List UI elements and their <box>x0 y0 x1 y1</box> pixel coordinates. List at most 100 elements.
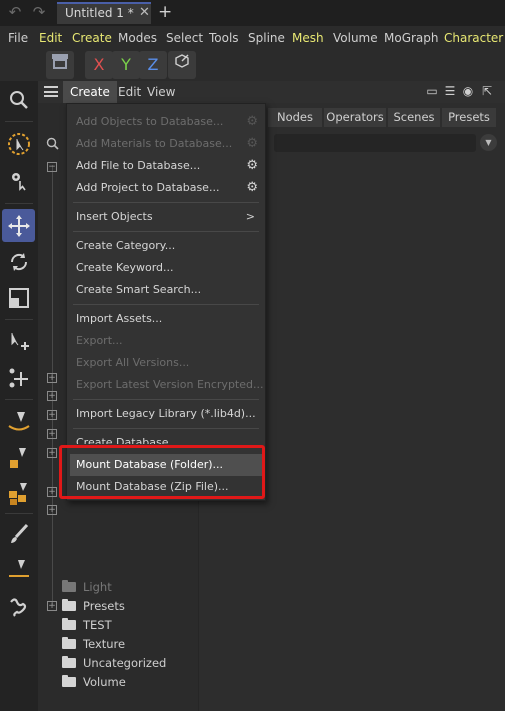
menu-create[interactable]: Create <box>72 31 112 45</box>
tree-item-volume[interactable]: Volume <box>62 672 126 691</box>
menu-separator <box>73 304 259 305</box>
scale-icon[interactable] <box>2 281 35 314</box>
menu-item-label: Create Smart Search... <box>76 283 202 296</box>
folder-icon <box>62 579 76 592</box>
tree-item-label: Presets <box>83 598 125 613</box>
menu-item-export-latest-encrypted[interactable]: Export Latest Version Encrypted... <box>67 374 265 396</box>
selection-gear-icon[interactable] <box>2 163 35 196</box>
menu-file[interactable]: File <box>8 31 28 45</box>
menu-item-import-assets[interactable]: Import Assets... <box>67 308 265 330</box>
tree-item-uncategorized[interactable]: Uncategorized <box>62 653 166 672</box>
menu-spline[interactable]: Spline <box>248 31 285 45</box>
spline-pen-icon[interactable] <box>2 405 35 438</box>
menu-item-create-smart-search[interactable]: Create Smart Search... <box>67 279 265 301</box>
tree-item-test[interactable]: TEST <box>62 615 112 634</box>
menu-mograph[interactable]: MoGraph <box>384 31 439 45</box>
menu-mesh[interactable]: Mesh <box>292 31 324 45</box>
tree-item-label: Light <box>83 579 112 594</box>
tab-operators[interactable]: Operators <box>324 108 386 127</box>
spline-line-icon[interactable] <box>2 553 35 586</box>
undock-icon[interactable]: ⇱ <box>480 84 494 98</box>
spline-draw-icon[interactable] <box>2 589 35 622</box>
menu-item-add-objects[interactable]: Add Objects to Database... ⚙ <box>67 111 265 133</box>
asset-menu-create[interactable]: Create <box>63 81 117 103</box>
point-icon[interactable] <box>2 441 35 474</box>
x-axis-label: X <box>93 55 105 74</box>
menu-item-create-keyword[interactable]: Create Keyword... <box>67 257 265 279</box>
menu-item-create-category[interactable]: Create Category... <box>67 235 265 257</box>
tree-expander-icon[interactable]: + <box>47 373 57 383</box>
asset-menu-view[interactable]: View <box>140 81 182 103</box>
live-selection-icon[interactable] <box>2 127 35 160</box>
tab-scenes[interactable]: Scenes <box>388 108 440 127</box>
create-dropdown-menu: Add Objects to Database... ⚙ Add Materia… <box>66 103 266 501</box>
tree-item-light[interactable]: Light <box>62 577 112 596</box>
menu-character[interactable]: Character <box>444 31 503 45</box>
y-axis-label: Y <box>121 55 131 74</box>
main-menubar: File Edit Create Modes Select Tools Spli… <box>0 28 505 48</box>
tab-nodes[interactable]: Nodes <box>268 108 322 127</box>
tree-expander-icon[interactable]: − <box>47 162 57 172</box>
tree-expander-icon[interactable]: + <box>47 487 57 497</box>
filter-icon[interactable]: ☰ <box>443 84 457 98</box>
tree-expander-icon[interactable]: + <box>47 410 57 420</box>
menu-select[interactable]: Select <box>166 31 203 45</box>
tree-search-icon[interactable] <box>46 137 60 151</box>
menu-item-label: Import Legacy Library (*.lib4d)... <box>76 407 256 420</box>
menu-item-export[interactable]: Export... <box>67 330 265 352</box>
menu-edit[interactable]: Edit <box>39 31 62 45</box>
tree-item-label: Uncategorized <box>83 655 167 670</box>
menu-item-add-project[interactable]: Add Project to Database... ⚙ <box>67 177 265 199</box>
minimize-panel-icon[interactable]: ▭ <box>425 84 439 98</box>
new-tab-button[interactable]: + <box>158 2 172 22</box>
rotate-icon[interactable] <box>2 245 35 278</box>
folder-icon <box>62 617 76 630</box>
cubes-icon[interactable] <box>2 477 35 510</box>
gear-icon[interactable]: ⚙ <box>246 111 258 133</box>
red-highlight-annotation <box>59 445 265 499</box>
x-axis-lock-button[interactable]: X <box>85 51 113 79</box>
menu-item-add-materials[interactable]: Add Materials to Database... ⚙ <box>67 133 265 155</box>
brush-icon[interactable] <box>2 517 35 550</box>
menu-item-add-file[interactable]: Add File to Database... ⚙ <box>67 155 265 177</box>
z-axis-lock-button[interactable]: Z <box>139 51 167 79</box>
tree-item-label: Texture <box>83 636 126 651</box>
scatter-move-icon[interactable] <box>2 361 35 394</box>
menu-item-label: Add Objects to Database... <box>76 115 224 128</box>
y-axis-lock-button[interactable]: Y <box>112 51 140 79</box>
menu-item-create-database[interactable]: Create Database... <box>67 432 265 444</box>
tree-expander-icon[interactable]: + <box>47 505 57 515</box>
hamburger-menu-icon[interactable] <box>44 86 58 97</box>
gear-icon[interactable]: ⚙ <box>246 133 258 155</box>
document-tab[interactable]: Untitled 1 * ✕ <box>57 2 151 24</box>
object-mode-button[interactable] <box>46 51 74 79</box>
redo-icon[interactable]: ↷ <box>30 3 48 21</box>
menu-item-import-legacy-library[interactable]: Import Legacy Library (*.lib4d)... <box>67 403 265 425</box>
menu-item-label: Import Assets... <box>76 312 163 325</box>
tree-expander-icon[interactable]: + <box>47 601 57 611</box>
menu-tools[interactable]: Tools <box>209 31 239 45</box>
tab-presets[interactable]: Presets <box>442 108 496 127</box>
toolbar-divider <box>5 319 33 320</box>
magnifier-icon[interactable] <box>2 83 35 116</box>
menu-modes[interactable]: Modes <box>118 31 157 45</box>
menu-item-export-all-versions[interactable]: Export All Versions... <box>67 352 265 374</box>
gear-icon[interactable]: ⚙ <box>246 177 258 199</box>
target-icon[interactable]: ◉ <box>461 84 475 98</box>
menu-separator <box>73 428 259 429</box>
tree-item-texture[interactable]: Texture <box>62 634 125 653</box>
menu-volume[interactable]: Volume <box>333 31 378 45</box>
gear-icon[interactable]: ⚙ <box>246 155 258 177</box>
tree-expander-icon[interactable]: + <box>47 429 57 439</box>
tree-expander-icon[interactable]: + <box>47 448 57 458</box>
move-icon[interactable] <box>2 209 35 242</box>
undo-icon[interactable]: ↶ <box>6 3 24 21</box>
tree-expander-icon[interactable]: + <box>47 391 57 401</box>
tree-item-presets[interactable]: Presets <box>62 596 125 615</box>
coordinate-system-button[interactable] <box>168 51 196 79</box>
search-options-dropdown-icon[interactable]: ▼ <box>480 134 497 151</box>
menu-item-insert-objects[interactable]: Insert Objects > <box>67 206 265 228</box>
close-tab-icon[interactable]: ✕ <box>139 5 150 20</box>
move-arrows-icon[interactable] <box>2 325 35 358</box>
asset-search-input[interactable] <box>274 134 476 152</box>
